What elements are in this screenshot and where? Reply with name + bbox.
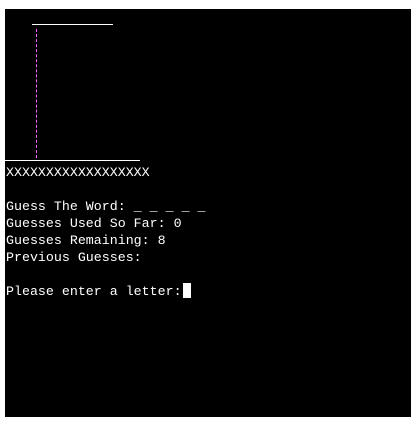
previous-guesses-line: Previous Guesses: — [6, 249, 150, 266]
gallows-top-beam — [32, 24, 113, 25]
gallows-pole — [36, 29, 37, 158]
guesses-used-label: Guesses Used So Far: — [6, 216, 166, 231]
guesses-remaining-line: Guesses Remaining: 8 — [6, 232, 166, 249]
terminal-window: XXXXXXXXXXXXXXXXXX Guess The Word: _ _ _… — [5, 9, 411, 417]
letter-input-line[interactable]: Please enter a letter: — [6, 283, 191, 300]
word-blanks: _ _ _ _ _ — [133, 199, 206, 214]
guesses-remaining-label: Guesses Remaining: — [6, 233, 150, 248]
ground-pattern: XXXXXXXXXXXXXXXXXX — [6, 165, 150, 180]
guesses-used-value: 0 — [173, 216, 182, 231]
guesses-used-line: Guesses Used So Far: 0 — [6, 215, 182, 232]
text-cursor[interactable] — [182, 283, 191, 298]
guesses-remaining-value: 8 — [157, 233, 166, 248]
word-line: Guess The Word: _ _ _ _ _ — [6, 198, 206, 215]
gallows-base-line — [5, 160, 140, 161]
word-label: Guess The Word: — [6, 199, 126, 214]
previous-guesses-label: Previous Guesses: — [6, 250, 142, 265]
letter-prompt: Please enter a letter: — [6, 284, 182, 299]
